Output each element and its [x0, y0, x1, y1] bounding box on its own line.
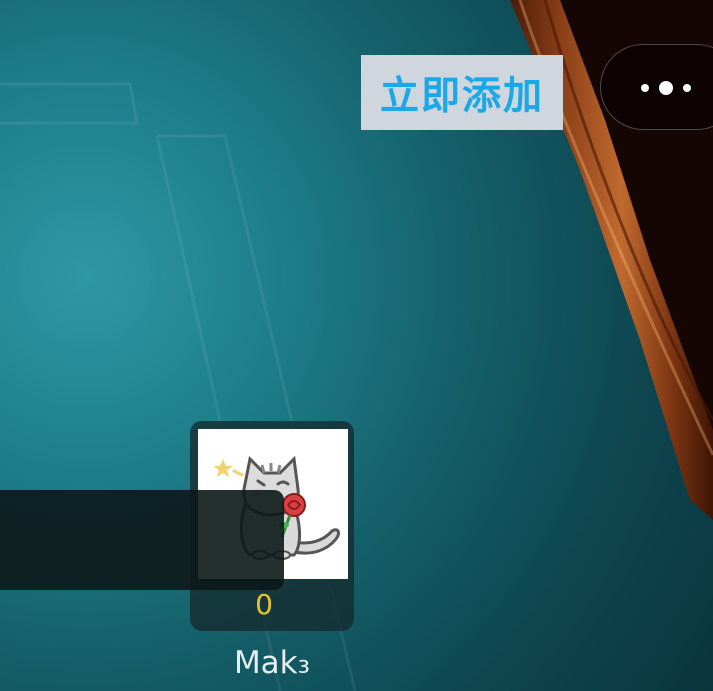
dark-overlay-bar	[0, 490, 284, 590]
player-score: 0	[255, 588, 273, 621]
player-name: Mak₃	[233, 645, 311, 681]
add-now-button[interactable]: 立即添加	[361, 55, 563, 130]
more-dots-icon[interactable]	[638, 78, 694, 98]
